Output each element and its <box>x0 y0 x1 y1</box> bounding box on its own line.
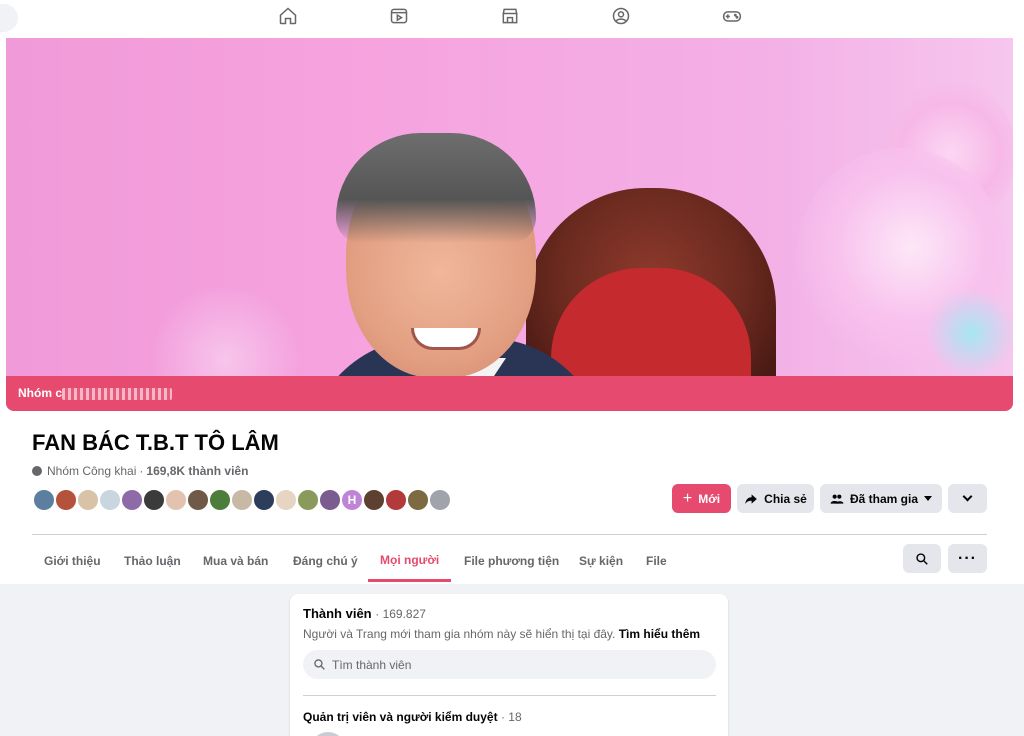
avatar[interactable] <box>98 488 122 512</box>
tab-discussion[interactable]: Thảo luận <box>112 540 193 582</box>
tab-people[interactable]: Mọi người <box>368 540 452 582</box>
group-name[interactable]: FAN BÁC T.B.T TÔ LÂM <box>32 430 279 456</box>
tab-buy-sell[interactable]: Mua và bán <box>191 540 280 582</box>
more-dots-icon: ··· <box>958 549 977 567</box>
avatar[interactable] <box>186 488 210 512</box>
tab-events[interactable]: Sự kiện <box>567 540 635 582</box>
tab-label: File <box>646 554 667 568</box>
card-divider <box>303 695 716 696</box>
member-avatars[interactable]: H <box>32 488 452 512</box>
tab-featured[interactable]: Đáng chú ý <box>281 540 370 582</box>
tab-label: Thảo luận <box>124 554 181 568</box>
group-search-button[interactable] <box>903 544 941 573</box>
group-member-count[interactable]: 169,8K thành viên <box>146 464 248 478</box>
tab-label: Sự kiện <box>579 554 624 568</box>
cover-photo[interactable]: Nhóm của <box>6 38 1013 411</box>
avatar[interactable] <box>208 488 232 512</box>
joined-button[interactable]: Đã tham gia <box>820 484 942 513</box>
group-privacy[interactable]: Nhóm Công khai <box>47 464 136 478</box>
members-title: Thành viên <box>303 606 372 621</box>
tab-label: File phương tiện <box>464 554 560 568</box>
search-icon <box>314 659 325 670</box>
avatar[interactable] <box>54 488 78 512</box>
avatar[interactable]: H <box>340 488 364 512</box>
avatar[interactable] <box>296 488 320 512</box>
globe-icon <box>32 466 42 476</box>
tab-files[interactable]: File <box>634 540 679 582</box>
members-desc-text: Người và Trang mới tham gia nhóm này sẽ … <box>303 627 616 641</box>
share-arrow-icon <box>745 493 757 504</box>
members-card: Thành viên · 169.827 Người và Trang mới … <box>290 594 728 736</box>
avatar[interactable] <box>142 488 166 512</box>
tab-label: Giới thiệu <box>44 554 101 568</box>
tab-about[interactable]: Giới thiệu <box>32 540 113 582</box>
lotus-decoration <box>926 288 1013 378</box>
share-button[interactable]: Chia sẻ <box>737 484 814 513</box>
new-post-label: Mới <box>698 491 721 506</box>
joined-label: Đã tham gia <box>849 491 918 506</box>
top-navigation-bar <box>0 0 1024 38</box>
tab-label: Mọi người <box>380 552 440 567</box>
admins-heading: Quản trị viên và người kiểm duyệt · 18 <box>303 710 522 724</box>
header-divider <box>32 534 987 535</box>
tab-label: Đáng chú ý <box>293 554 358 568</box>
meta-separator: · <box>139 464 144 478</box>
avatar[interactable] <box>318 488 342 512</box>
video-icon[interactable] <box>388 5 410 27</box>
plus-icon: + <box>682 489 693 507</box>
avatar[interactable] <box>164 488 188 512</box>
members-heading: Thành viên · 169.827 <box>303 606 426 621</box>
search-pill[interactable] <box>0 4 18 32</box>
avatar[interactable] <box>230 488 254 512</box>
person-hair <box>336 133 536 243</box>
group-members-icon <box>830 494 844 504</box>
new-post-button[interactable]: + Mới <box>672 484 731 513</box>
share-label: Chia sẻ <box>764 491 807 506</box>
member-search-input[interactable] <box>332 657 692 672</box>
admins-count: · 18 <box>500 710 522 724</box>
caret-down-icon <box>924 496 932 501</box>
learn-more-link[interactable]: Tìm hiểu thêm <box>619 627 700 641</box>
avatar[interactable] <box>406 488 430 512</box>
tab-label: Mua và bán <box>203 554 269 568</box>
marketplace-icon[interactable] <box>499 5 521 27</box>
members-description: Người và Trang mới tham gia nhóm này sẽ … <box>303 627 700 641</box>
expand-button[interactable] <box>948 484 987 513</box>
groups-icon[interactable] <box>610 5 632 27</box>
group-meta: Nhóm Công khai · 169,8K thành viên <box>32 464 248 478</box>
cover-caption-strip: Nhóm của <box>6 376 1013 411</box>
search-icon <box>916 552 928 565</box>
avatar[interactable] <box>120 488 144 512</box>
admins-title: Quản trị viên và người kiểm duyệt <box>303 710 498 724</box>
avatar[interactable] <box>384 488 408 512</box>
member-search-box[interactable] <box>303 650 716 679</box>
avatar[interactable] <box>310 732 346 736</box>
members-count: · 169.827 <box>375 607 426 621</box>
tab-media[interactable]: File phương tiện <box>452 540 571 582</box>
gaming-icon[interactable] <box>721 5 743 27</box>
avatar[interactable] <box>252 488 276 512</box>
home-icon[interactable] <box>277 5 299 27</box>
avatar[interactable] <box>274 488 298 512</box>
avatar[interactable] <box>428 488 452 512</box>
redacted-group-owner <box>62 388 172 400</box>
avatar[interactable] <box>32 488 56 512</box>
avatar[interactable] <box>362 488 386 512</box>
person-smile <box>411 328 481 350</box>
chevron-down-icon <box>962 491 973 502</box>
more-options-button[interactable]: ··· <box>948 544 987 573</box>
avatar[interactable] <box>76 488 100 512</box>
